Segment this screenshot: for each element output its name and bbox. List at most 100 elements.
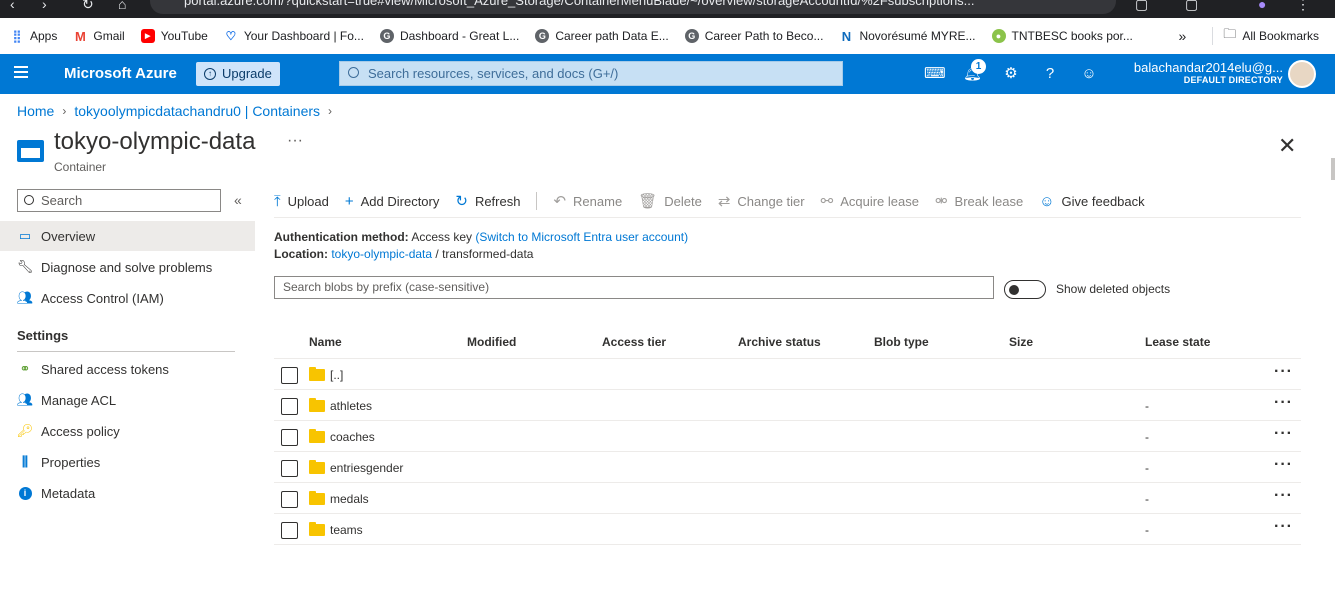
switch-auth-link[interactable]: (Switch to Microsoft Entra user account) [475,230,688,244]
bookmark-apps[interactable]: ⣿ Apps [10,29,58,43]
column-header-name[interactable]: Name [309,335,342,349]
profile-icon[interactable]: ● [1258,0,1266,12]
bookmark-dashboard-fo[interactable]: ♡ Your Dashboard | Fo... [224,29,363,43]
global-search-input[interactable]: Search resources, services, and docs (G+… [339,61,843,86]
youtube-icon: ▶ [140,29,155,43]
help-icon[interactable]: ? [1041,65,1059,83]
add-directory-button[interactable]: + Add Directory [345,193,440,210]
row-name[interactable]: athletes [330,399,372,413]
row-more-icon[interactable]: ··· [1274,456,1293,474]
column-header-archive-status[interactable]: Archive status [738,335,821,349]
row-more-icon[interactable]: ··· [1274,363,1293,381]
table-row[interactable]: athletes - ··· [274,390,1301,421]
row-name[interactable]: [..] [330,368,343,382]
row-checkbox[interactable] [281,460,298,477]
all-bookmarks[interactable]: All Bookmarks [1242,29,1319,43]
forward-icon[interactable]: › [42,0,47,12]
rename-button[interactable]: ↶ Rename [553,192,622,210]
location-container-link[interactable]: tokyo-olympic-data [331,247,432,261]
row-name[interactable]: coaches [330,430,375,444]
reload-icon[interactable]: ↻ [82,0,94,13]
table-row[interactable]: coaches - ··· [274,421,1301,452]
sidebar-item-manage-acl[interactable]: 👥︎ Manage ACL [0,385,255,415]
bookmark-dashboard-great[interactable]: G Dashboard - Great L... [379,29,519,43]
refresh-button[interactable]: ↻ Refresh [455,192,520,210]
azure-header: Microsoft Azure ↑ Upgrade Search resourc… [0,54,1335,94]
notification-badge: 1 [971,59,986,74]
settings-gear-icon[interactable]: ⚙ [1002,65,1020,83]
row-name[interactable]: teams [330,523,363,537]
sidebar-item-access-policy[interactable]: 🔑︎ Access policy [0,416,255,446]
row-name[interactable]: medals [330,492,369,506]
bookmark-youtube[interactable]: ▶ YouTube [140,29,208,43]
bookmark-career-data[interactable]: G Career path Data E... [535,29,669,43]
close-icon[interactable]: ✕ [1278,133,1296,159]
row-more-icon[interactable]: ··· [1274,487,1293,505]
column-header-access-tier[interactable]: Access tier [602,335,666,349]
row-name[interactable]: entriesgender [330,461,403,475]
table-row[interactable]: [..] ··· [274,359,1301,390]
address-bar[interactable]: portal.azure.com/?quickstart=true#view/M… [150,0,1116,14]
column-header-modified[interactable]: Modified [467,335,516,349]
more-options-icon[interactable]: ··· [287,132,303,150]
row-more-icon[interactable]: ··· [1274,394,1293,412]
row-checkbox[interactable] [281,367,298,384]
row-checkbox[interactable] [281,429,298,446]
user-email: balachandar2014elu@g... [1133,60,1283,75]
give-feedback-button[interactable]: ☺ Give feedback [1039,193,1144,210]
table-row[interactable]: teams - ··· [274,514,1301,545]
downloads-icon[interactable]: ▢ [1185,0,1198,13]
upgrade-button[interactable]: ↑ Upgrade [196,62,280,86]
sidebar-item-iam[interactable]: 👥︎ Access Control (IAM) [0,283,255,313]
breadcrumb-account[interactable]: tokyoolympicdatachandru0 | Containers [74,103,320,119]
row-checkbox[interactable] [281,491,298,508]
sidebar-item-shared-access-tokens[interactable]: ⚭ Shared access tokens [0,354,255,384]
hamburger-menu-icon[interactable] [14,66,28,78]
column-header-size[interactable]: Size [1009,335,1033,349]
people-icon: 👥︎ [16,392,34,407]
breadcrumb-home[interactable]: Home [17,103,54,119]
apps-grid-icon: ⣿ [12,29,22,43]
back-icon[interactable]: ‹ [10,0,15,12]
nav-search-input[interactable]: Search [17,189,221,212]
account-menu[interactable]: balachandar2014elu@g... DEFAULT DIRECTOR… [1134,60,1283,85]
avatar[interactable] [1288,60,1316,88]
bookmark-gmail[interactable]: M Gmail [73,29,125,44]
row-more-icon[interactable]: ··· [1274,425,1293,443]
blob-prefix-search-input[interactable]: Search blobs by prefix (case-sensitive) [274,276,994,299]
row-checkbox[interactable] [281,522,298,539]
page-scrollbar[interactable] [1331,158,1335,180]
upload-button[interactable]: ⤒ Upload [274,193,329,210]
row-more-icon[interactable]: ··· [1274,518,1293,536]
extensions-icon[interactable]: ▢ [1135,0,1148,13]
sidebar-item-metadata[interactable]: i Metadata [0,478,255,508]
home-icon[interactable]: ⌂ [118,0,126,12]
folder-icon [309,429,325,443]
cloud-shell-icon[interactable]: ⌨ [924,65,946,83]
feedback-icon[interactable]: ☺ [1080,65,1098,83]
sidebar-item-diagnose[interactable]: 🔧︎ Diagnose and solve problems [0,252,255,282]
column-header-lease-state[interactable]: Lease state [1145,335,1210,349]
break-lease-button[interactable]: ⚮ Break lease [935,192,1023,210]
more-bookmarks-icon[interactable]: » [1179,28,1187,44]
menu-icon[interactable]: ⋮ [1296,0,1310,13]
brand-title[interactable]: Microsoft Azure [64,65,177,82]
table-row[interactable]: medals - ··· [274,483,1301,514]
browser-top-strip: ‹ › ↻ ⌂ portal.azure.com/?quickstart=tru… [0,0,1335,18]
change-tier-button[interactable]: ⇄ Change tier [718,192,805,210]
delete-button[interactable]: 🗑︎ Delete [638,192,702,210]
table-row[interactable]: entriesgender - ··· [274,452,1301,483]
sidebar-item-overview[interactable]: ▭ Overview [0,221,255,251]
collapse-nav-icon[interactable]: « [234,192,242,208]
acquire-lease-button[interactable]: ⚯ Acquire lease [821,192,919,210]
column-header-blob-type[interactable]: Blob type [874,335,929,349]
refresh-icon: ↻ [455,193,468,210]
row-checkbox[interactable] [281,398,298,415]
tntbesc-icon: ● [991,29,1006,43]
bookmark-career-beco[interactable]: G Career Path to Beco... [684,29,823,43]
sidebar-item-properties[interactable]: ⫼ Properties [0,447,255,477]
bookmark-novoresume[interactable]: N Novorésumé MYRE... [839,29,976,44]
bookmarks-bar: ⣿ Apps M Gmail ▶ YouTube ♡ Your Dashboar… [0,18,1335,54]
show-deleted-toggle[interactable] [1004,280,1046,299]
bookmark-tntbesc[interactable]: ● TNTBESC books por... [991,29,1133,43]
